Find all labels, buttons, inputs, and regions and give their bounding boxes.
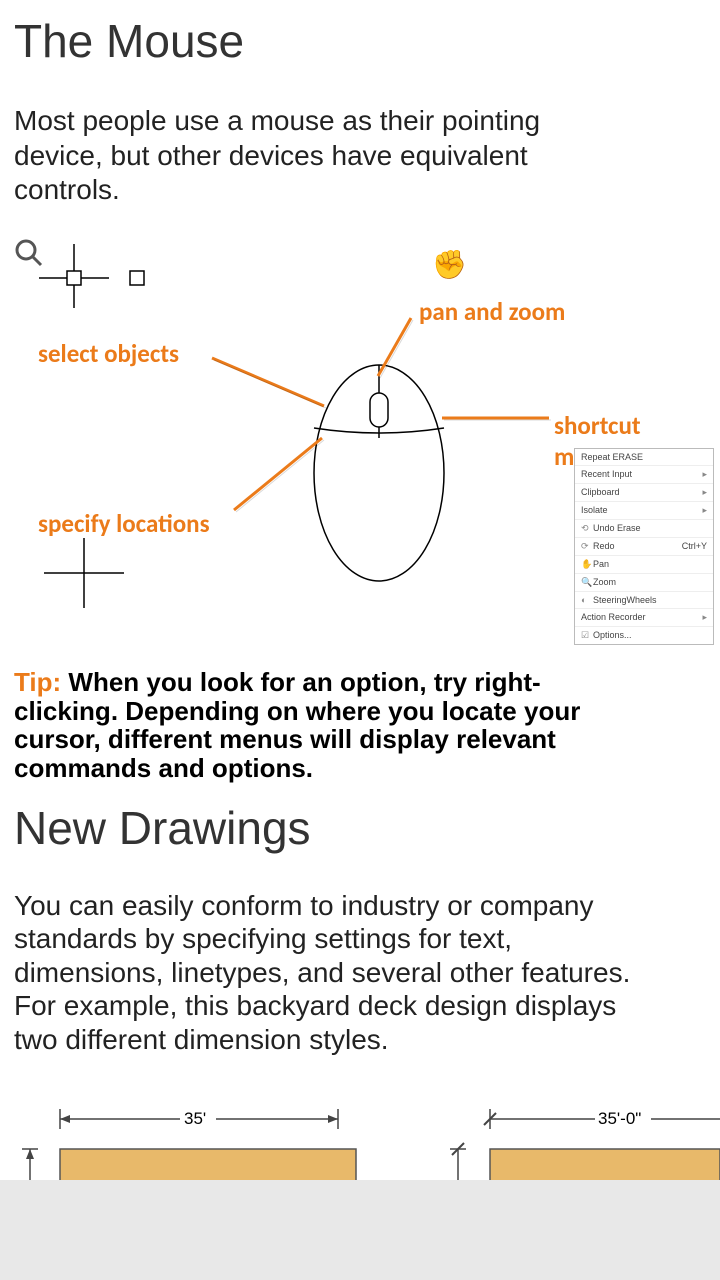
menu-item: SteeringWheels xyxy=(593,595,657,605)
menu-item: Redo xyxy=(593,541,615,551)
menu-item: Zoom xyxy=(593,577,616,587)
paragraph-mouse-intro: Most people use a mouse as their pointin… xyxy=(14,104,574,208)
footer-spacer xyxy=(0,1180,720,1280)
context-menu: Repeat ERASE Recent Input▸ Clipboard▸ Is… xyxy=(574,448,714,645)
dimension-b: 35'-0" xyxy=(598,1109,641,1129)
heading-new-drawings: New Drawings xyxy=(14,801,706,855)
label-specify-locations: specify locations xyxy=(38,508,210,539)
menu-item: Recent Input xyxy=(581,469,632,480)
label-pan-zoom: pan and zoom xyxy=(419,296,565,327)
menu-shortcut: Ctrl+Y xyxy=(682,541,707,552)
menu-item: Pan xyxy=(593,559,609,569)
mouse-diagram: ✊ xyxy=(14,238,714,638)
paragraph-new-drawings: You can easily conform to industry or co… xyxy=(14,889,634,1057)
menu-item: Clipboard xyxy=(581,487,620,498)
menu-item: Isolate xyxy=(581,505,608,516)
tip-paragraph: Tip: When you look for an option, try ri… xyxy=(14,668,634,782)
dimension-a: 35' xyxy=(184,1109,206,1129)
menu-item: Action Recorder xyxy=(581,612,646,623)
tip-body: When you look for an option, try right-c… xyxy=(14,667,580,783)
label-select-objects: select objects xyxy=(38,338,179,369)
tip-label: Tip: xyxy=(14,667,61,697)
menu-item: Options... xyxy=(593,630,632,640)
heading-mouse: The Mouse xyxy=(14,14,706,68)
menu-item: Repeat ERASE xyxy=(581,452,643,462)
menu-item: Undo Erase xyxy=(593,523,641,533)
